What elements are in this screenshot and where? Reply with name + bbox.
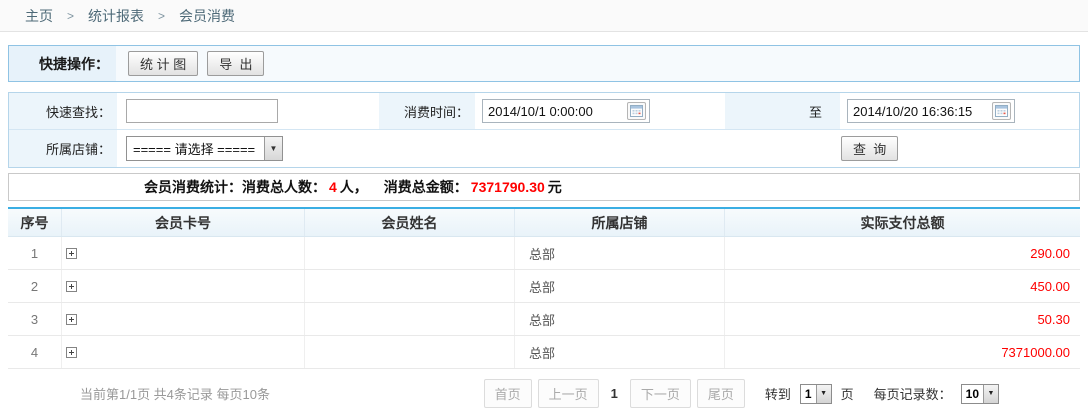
row-no: 1 <box>8 237 62 269</box>
row-card-cell <box>62 303 305 335</box>
goto-page-value: 1 <box>801 385 816 403</box>
row-no: 2 <box>8 270 62 302</box>
quick-actions-label: 快捷操作： <box>9 46 116 81</box>
time-to-cell: 2014/10/20 16:36:15 <box>840 93 1079 129</box>
goto-page-select[interactable]: 1 ▼ <box>800 384 832 404</box>
consumption-table: 序号 会员卡号 会员姓名 所属店铺 实际支付总额 1 总部 290.00 2 总… <box>8 207 1080 369</box>
time-from-field[interactable]: 2014/10/1 0:00:00 <box>482 99 650 123</box>
time-from-value: 2014/10/1 0:00:00 <box>488 104 627 119</box>
stats-amount-label: 消费总金额： <box>384 177 468 197</box>
store-select-value: ===== 请选择 ===== <box>127 137 264 160</box>
row-no: 3 <box>8 303 62 335</box>
calendar-button[interactable] <box>992 102 1011 120</box>
expand-icon[interactable] <box>66 347 77 358</box>
quick-actions-buttons: 统 计 图 导 出 <box>116 46 264 81</box>
breadcrumb-separator-icon: > <box>158 9 165 23</box>
row-store-cell: 总部 <box>515 237 725 269</box>
row-amount-cell: 290.00 <box>725 237 1080 269</box>
row-name-cell <box>305 336 515 368</box>
search-button[interactable]: 查 询 <box>841 136 898 161</box>
pagesize-select[interactable]: 10 ▼ <box>961 384 999 404</box>
chevron-down-icon[interactable]: ▼ <box>983 385 998 403</box>
breadcrumb-reports[interactable]: 统计报表 <box>88 6 144 26</box>
prev-page-button[interactable]: 上一页 <box>538 379 599 408</box>
breadcrumb: 主页 > 统计报表 > 会员消费 <box>0 0 1088 32</box>
row-amount-cell: 50.30 <box>725 303 1080 335</box>
table-row: 1 总部 290.00 <box>8 237 1080 270</box>
row-card-cell <box>62 237 305 269</box>
col-header-store: 所属店铺 <box>515 209 725 236</box>
time-to-value: 2014/10/20 16:36:15 <box>853 104 992 119</box>
col-header-amount: 实际支付总额 <box>725 209 1080 236</box>
expand-icon[interactable] <box>66 281 77 292</box>
expand-icon[interactable] <box>66 248 77 259</box>
pagesize-value: 10 <box>962 385 983 403</box>
row-amount-cell: 450.00 <box>725 270 1080 302</box>
breadcrumb-home[interactable]: 主页 <box>25 6 53 26</box>
pagination-bar: 当前第1/1页 共4条记录 每页10条 首页 上一页 1 下一页 尾页 转到 1… <box>8 379 1080 408</box>
last-page-button[interactable]: 尾页 <box>697 379 745 408</box>
pagesize-label: 每页记录数： <box>874 384 952 403</box>
stats-count-value: 4 <box>329 179 337 195</box>
col-header-no: 序号 <box>8 209 62 236</box>
stats-amount-unit: 元 <box>548 177 562 197</box>
time-to-field[interactable]: 2014/10/20 16:36:15 <box>847 99 1015 123</box>
calendar-button[interactable] <box>627 102 646 120</box>
pager-controls: 首页 上一页 1 下一页 尾页 转到 1 ▼ 页 每页记录数： 10 ▼ <box>484 379 1080 408</box>
stats-bar: 会员消费统计： 消费总人数： 4 人， 消费总金额： 7371790.30 元 <box>8 173 1080 201</box>
row-store-cell: 总部 <box>515 303 725 335</box>
expand-icon[interactable] <box>66 314 77 325</box>
stats-count-label: 消费总人数： <box>242 177 326 197</box>
filter-empty-cell <box>529 130 839 167</box>
table-row: 2 总部 450.00 <box>8 270 1080 303</box>
quick-search-input[interactable] <box>126 99 278 123</box>
time-from-cell: 2014/10/1 0:00:00 <box>475 93 725 129</box>
first-page-button[interactable]: 首页 <box>484 379 532 408</box>
stats-count-unit: 人， <box>340 177 368 197</box>
chart-button[interactable]: 统 计 图 <box>128 51 198 76</box>
row-card-cell <box>62 336 305 368</box>
store-label: 所属店铺： <box>9 130 117 167</box>
col-header-name: 会员姓名 <box>305 209 515 236</box>
col-header-card: 会员卡号 <box>62 209 305 236</box>
chevron-down-icon[interactable]: ▼ <box>264 137 282 160</box>
row-no: 4 <box>8 336 62 368</box>
table-row: 4 总部 7371000.00 <box>8 336 1080 369</box>
row-store-cell: 总部 <box>515 336 725 368</box>
calendar-icon <box>995 105 1008 117</box>
row-name-cell <box>305 270 515 302</box>
pagination-summary: 当前第1/1页 共4条记录 每页10条 <box>8 384 270 403</box>
row-name-cell <box>305 237 515 269</box>
export-button[interactable]: 导 出 <box>207 51 264 76</box>
breadcrumb-separator-icon: > <box>67 9 74 23</box>
store-select[interactable]: ===== 请选择 ===== ▼ <box>126 136 283 161</box>
filter-row-2: 所属店铺： ===== 请选择 ===== ▼ 查 询 <box>9 130 1079 167</box>
row-card-cell <box>62 270 305 302</box>
stats-amount-value: 7371790.30 <box>471 179 545 195</box>
row-store-cell: 总部 <box>515 270 725 302</box>
next-page-button[interactable]: 下一页 <box>630 379 691 408</box>
row-name-cell <box>305 303 515 335</box>
row-amount-cell: 7371000.00 <box>725 336 1080 368</box>
filter-panel: 快速查找： 消费时间： 2014/10/1 0:00:00 至 <box>8 92 1080 168</box>
quick-search-label: 快速查找： <box>9 93 117 129</box>
consume-time-label: 消费时间： <box>379 93 475 129</box>
chevron-down-icon[interactable]: ▼ <box>816 385 831 403</box>
goto-unit: 页 <box>841 384 854 403</box>
to-label: 至 <box>725 93 840 129</box>
goto-label: 转到 <box>765 384 791 403</box>
current-page: 1 <box>611 386 618 401</box>
table-row: 3 总部 50.30 <box>8 303 1080 336</box>
search-cell: 查 询 <box>839 130 1079 167</box>
table-header: 序号 会员卡号 会员姓名 所属店铺 实际支付总额 <box>8 207 1080 237</box>
stats-title: 会员消费统计： <box>144 177 242 197</box>
quick-actions-bar: 快捷操作： 统 计 图 导 出 <box>8 45 1080 82</box>
calendar-icon <box>630 105 643 117</box>
filter-row-1: 快速查找： 消费时间： 2014/10/1 0:00:00 至 <box>9 93 1079 130</box>
quick-search-cell <box>117 93 379 129</box>
breadcrumb-current: 会员消费 <box>179 6 235 26</box>
store-cell: ===== 请选择 ===== ▼ <box>117 130 529 167</box>
